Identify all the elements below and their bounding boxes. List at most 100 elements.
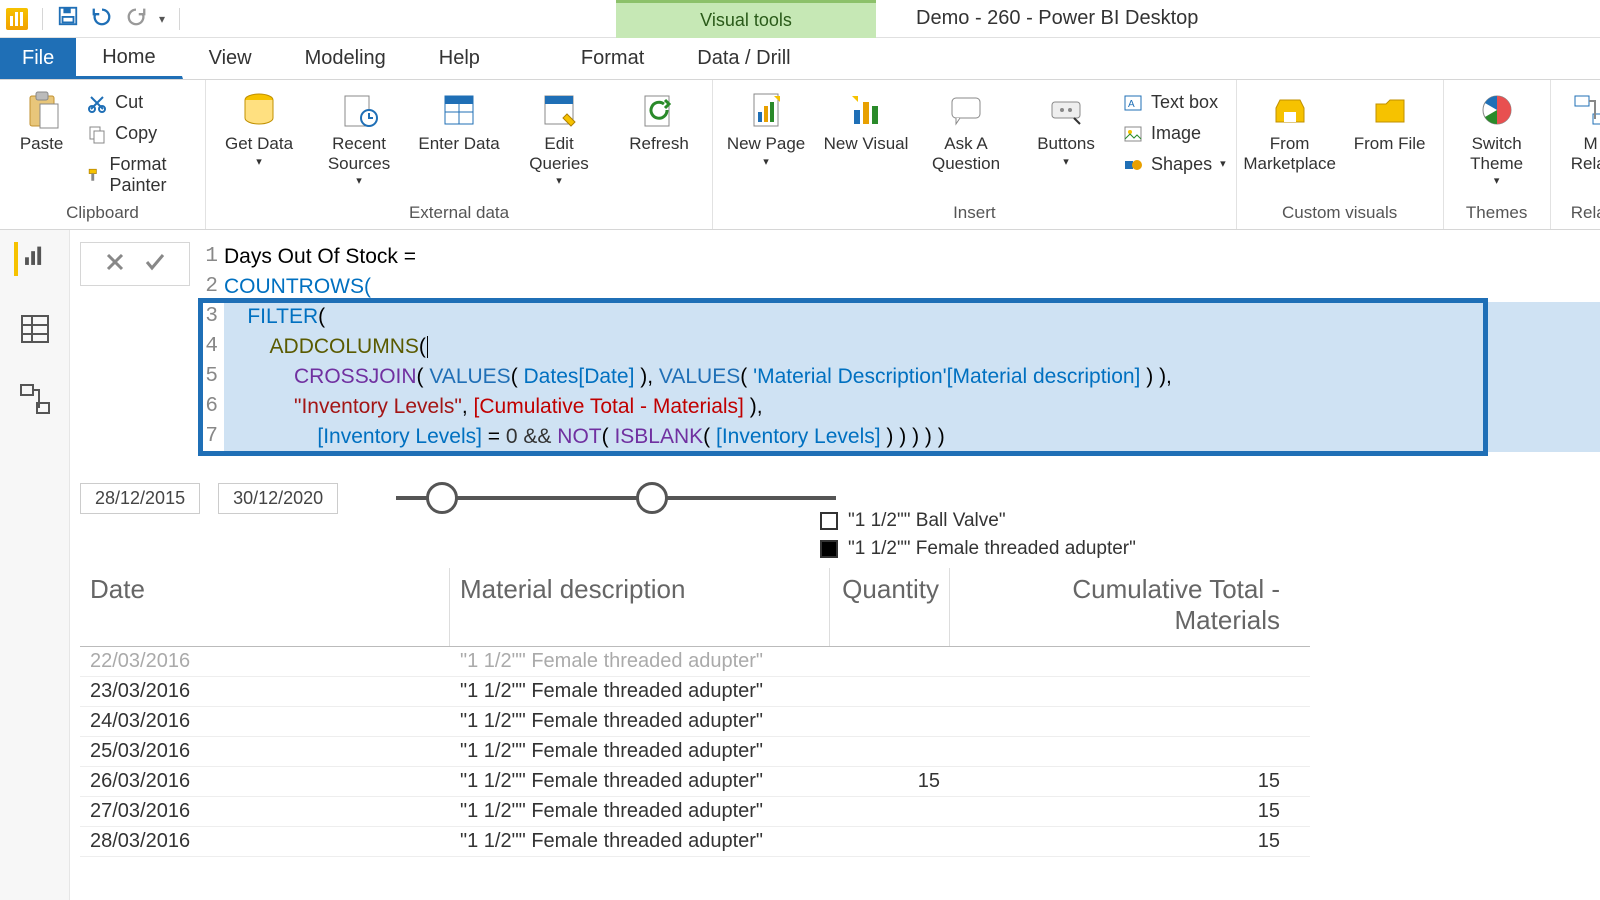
code-line-7: [Inventory Levels] = 0 && NOT( ISBLANK( … (224, 422, 1600, 452)
col-header-cumulative[interactable]: Cumulative Total - Materials (950, 568, 1290, 646)
cell-quantity (830, 721, 950, 723)
ribbon: Paste Cut Copy Format Painter Clipboard (0, 80, 1600, 230)
tab-view[interactable]: View (183, 38, 279, 79)
cell-quantity: 15 (830, 769, 950, 794)
undo-icon[interactable] (91, 5, 113, 32)
slicer-to-date[interactable]: 30/12/2020 (218, 483, 338, 514)
data-view-icon[interactable] (18, 312, 52, 346)
edit-queries-button[interactable]: Edit Queries▾ (516, 86, 602, 188)
code-line-6: "Inventory Levels", [Cumulative Total - … (224, 392, 1600, 422)
cell-cumulative (950, 721, 1290, 723)
table-row[interactable]: 25/03/2016"1 1/2"" Female threaded adupt… (80, 737, 1310, 767)
refresh-button[interactable]: Refresh (616, 86, 702, 154)
tab-file[interactable]: File (0, 38, 76, 79)
dropdown-icon: ▾ (1220, 157, 1226, 170)
qat-dropdown-icon[interactable]: ▾ (159, 12, 165, 26)
tab-format[interactable]: Format (555, 38, 671, 79)
code-line-5: CROSSJOIN( VALUES( Dates[Date] ), VALUES… (224, 362, 1600, 392)
context-tab-visual-tools: Visual tools (616, 0, 876, 38)
cell-quantity (830, 751, 950, 753)
save-icon[interactable] (57, 5, 79, 32)
app-icon (6, 8, 28, 30)
redo-icon[interactable] (125, 5, 147, 32)
slicer-from-date[interactable]: 28/12/2015 (80, 483, 200, 514)
tab-home[interactable]: Home (76, 38, 182, 79)
recent-sources-button[interactable]: Recent Sources▾ (316, 86, 402, 188)
cell-cumulative: 15 (950, 769, 1290, 794)
ribbon-group-themes: Switch Theme▾ Themes (1444, 80, 1551, 229)
switch-theme-button[interactable]: Switch Theme▾ (1454, 86, 1540, 188)
cut-button[interactable]: Cut (87, 90, 195, 115)
dropdown-icon: ▾ (1494, 175, 1500, 188)
col-header-material[interactable]: Material description (450, 568, 830, 646)
dropdown-icon: ▾ (1063, 156, 1069, 169)
cell-cumulative (950, 751, 1290, 753)
legend-swatch-checked[interactable] (820, 540, 838, 558)
ask-question-button[interactable]: Ask A Question (923, 86, 1009, 173)
buttons-button[interactable]: Buttons▾ (1023, 86, 1109, 168)
enter-data-button[interactable]: Enter Data (416, 86, 502, 154)
shapes-button[interactable]: Shapes ▾ (1123, 152, 1226, 177)
col-header-quantity[interactable]: Quantity (830, 568, 950, 646)
range-thumb-left[interactable] (426, 482, 458, 514)
cell-material: "1 1/2"" Female threaded adupter" (450, 649, 830, 674)
data-table[interactable]: Date Material description Quantity Cumul… (80, 568, 1310, 857)
image-label: Image (1151, 123, 1201, 144)
image-button[interactable]: Image (1123, 121, 1226, 146)
from-marketplace-button[interactable]: From Marketplace (1247, 86, 1333, 173)
tab-data-drill[interactable]: Data / Drill (671, 38, 817, 79)
ribbon-group-label-insert: Insert (723, 201, 1226, 227)
table-header: Date Material description Quantity Cumul… (80, 568, 1310, 647)
manage-relationships-button[interactable]: M Relat (1561, 86, 1600, 173)
document-title: Demo - 260 - Power BI Desktop (916, 7, 1198, 30)
legend: "1 1/2"" Ball Valve" "1 1/2"" Female thr… (820, 510, 1136, 566)
cell-material: "1 1/2"" Female threaded adupter" (450, 739, 830, 764)
manage-relationships-label: M Relat (1571, 134, 1600, 173)
format-painter-button[interactable]: Format Painter (87, 152, 195, 198)
tab-help[interactable]: Help (413, 38, 507, 79)
range-thumb-right[interactable] (636, 482, 668, 514)
table-row[interactable]: 28/03/2016"1 1/2"" Female threaded adupt… (80, 827, 1310, 857)
ribbon-group-insert: New Page▾ New Visual Ask A Question Butt… (713, 80, 1237, 229)
cell-date: 22/03/2016 (80, 649, 450, 674)
qat-separator-2 (179, 8, 180, 30)
copy-button[interactable]: Copy (87, 121, 195, 146)
legend-item-2[interactable]: "1 1/2"" Female threaded adupter" (820, 538, 1136, 560)
cell-quantity (830, 841, 950, 843)
table-row[interactable]: 24/03/2016"1 1/2"" Female threaded adupt… (80, 707, 1310, 737)
ribbon-group-label-relat: Relat (1561, 201, 1600, 227)
model-view-icon[interactable] (18, 382, 52, 416)
tab-modeling[interactable]: Modeling (279, 38, 413, 79)
format-painter-label: Format Painter (109, 154, 195, 196)
col-header-date[interactable]: Date (80, 568, 450, 646)
cut-label: Cut (115, 92, 143, 113)
table-row[interactable]: 22/03/2016"1 1/2"" Female threaded adupt… (80, 647, 1310, 677)
cell-date: 24/03/2016 (80, 709, 450, 734)
cancel-formula-icon[interactable] (104, 251, 126, 278)
cell-quantity (830, 661, 950, 663)
slicer-range-track[interactable] (386, 478, 846, 518)
cell-material: "1 1/2"" Female threaded adupter" (450, 799, 830, 824)
new-visual-label: New Visual (824, 134, 909, 154)
dax-editor[interactable]: 1234567 Days Out Of Stock = COUNTROWS( F… (198, 242, 1600, 452)
from-file-button[interactable]: From File (1347, 86, 1433, 154)
text-box-label: Text box (1151, 92, 1218, 113)
legend-swatch-unchecked[interactable] (820, 512, 838, 530)
table-row[interactable]: 27/03/2016"1 1/2"" Female threaded adupt… (80, 797, 1310, 827)
dropdown-icon: ▾ (256, 156, 262, 169)
table-row[interactable]: 26/03/2016"1 1/2"" Female threaded adupt… (80, 767, 1310, 797)
report-view-icon[interactable] (14, 242, 48, 276)
new-page-button[interactable]: New Page▾ (723, 86, 809, 168)
ribbon-group-label-themes: Themes (1454, 201, 1540, 227)
dropdown-icon: ▾ (356, 175, 362, 188)
cell-material: "1 1/2"" Female threaded adupter" (450, 709, 830, 734)
table-row[interactable]: 23/03/2016"1 1/2"" Female threaded adupt… (80, 677, 1310, 707)
view-rail (0, 230, 70, 900)
text-box-button[interactable]: A Text box (1123, 90, 1226, 115)
get-data-button[interactable]: Get Data▾ (216, 86, 302, 168)
commit-formula-icon[interactable] (144, 251, 166, 278)
new-visual-button[interactable]: New Visual (823, 86, 909, 154)
legend-item-1[interactable]: "1 1/2"" Ball Valve" (820, 510, 1136, 532)
legend-label-1: "1 1/2"" Ball Valve" (848, 510, 1006, 532)
paste-button[interactable]: Paste (10, 86, 73, 154)
